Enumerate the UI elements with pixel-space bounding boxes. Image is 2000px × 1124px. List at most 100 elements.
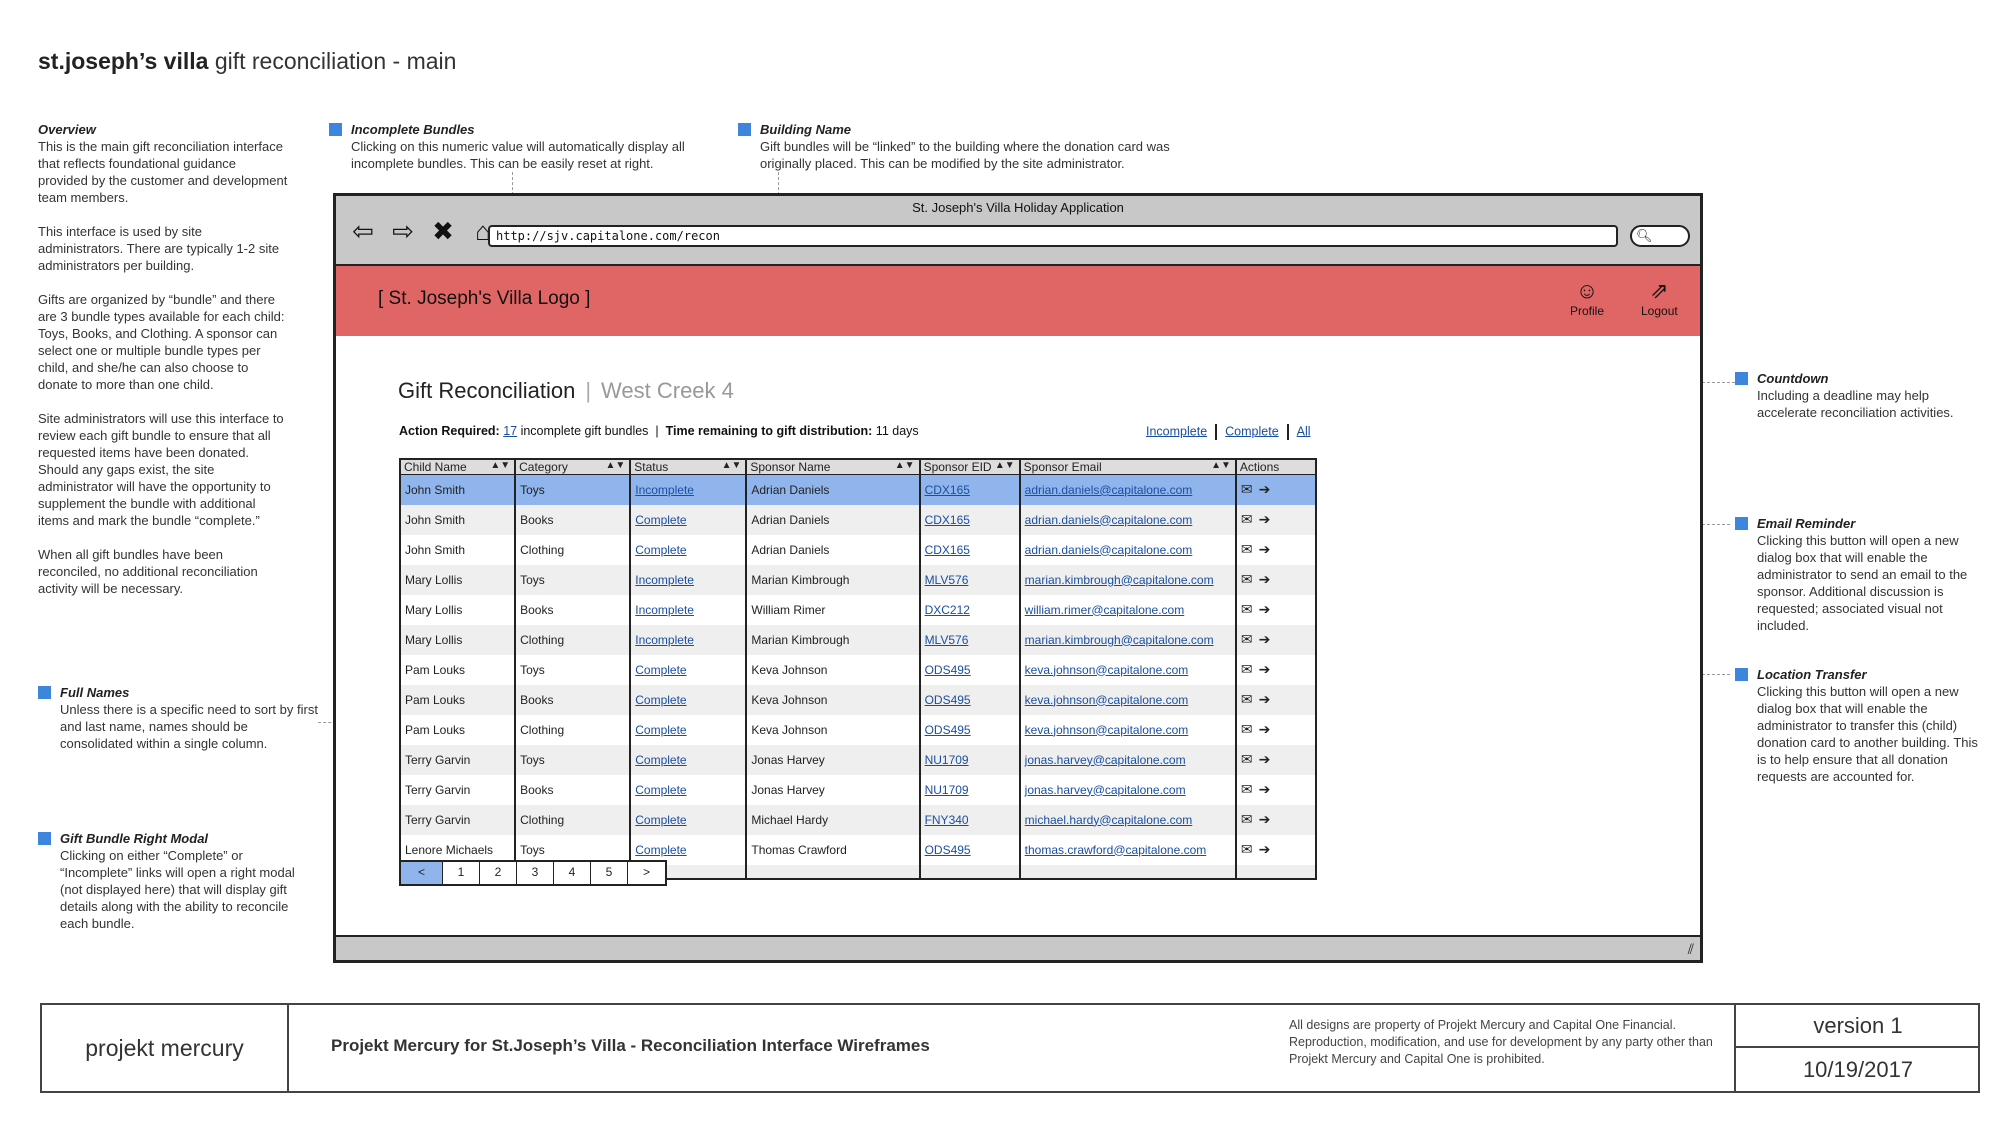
sponsor-eid-link[interactable]: ODS495 <box>925 693 971 707</box>
transfer-arrow-icon[interactable]: ➔ <box>1259 601 1271 617</box>
sponsor-email-link[interactable]: william.rimer@capitalone.com <box>1025 603 1185 617</box>
email-icon[interactable]: ✉ <box>1241 721 1253 737</box>
col-status[interactable]: Status ▲▼ <box>629 458 748 475</box>
browser-search[interactable]: 🔍︎ <box>1630 225 1690 247</box>
email-icon[interactable]: ✉ <box>1241 571 1253 587</box>
sponsor-eid-link[interactable]: ODS495 <box>925 843 971 857</box>
pager-next[interactable]: > <box>628 862 665 884</box>
transfer-arrow-icon[interactable]: ➔ <box>1259 781 1271 797</box>
sponsor-email-link[interactable]: keva.johnson@capitalone.com <box>1025 663 1189 677</box>
close-icon[interactable]: ✖ <box>428 216 458 246</box>
note-building-name: Building Name Gift bundles will be “link… <box>738 121 1218 172</box>
sponsor-name-cell: Jonas Harvey <box>751 782 825 797</box>
logout-button[interactable]: ⇗ Logout <box>1641 278 1678 318</box>
transfer-arrow-icon[interactable]: ➔ <box>1259 511 1271 527</box>
sponsor-email-link[interactable]: michael.hardy@capitalone.com <box>1025 813 1193 827</box>
status-link[interactable]: Complete <box>635 813 686 827</box>
col-sponsor-email[interactable]: Sponsor Email ▲▼ <box>1019 458 1237 475</box>
email-icon[interactable]: ✉ <box>1241 781 1253 797</box>
sponsor-eid-link[interactable]: NU1709 <box>925 783 969 797</box>
sponsor-email-link[interactable]: jonas.harvey@capitalone.com <box>1025 783 1186 797</box>
filter-all[interactable]: All <box>1297 424 1311 438</box>
email-icon[interactable]: ✉ <box>1241 811 1253 827</box>
col-sponsor-name[interactable]: Sponsor Name ▲▼ <box>745 458 921 475</box>
sponsor-eid-link[interactable]: DXC212 <box>925 603 970 617</box>
transfer-arrow-icon[interactable]: ➔ <box>1259 811 1271 827</box>
email-icon[interactable]: ✉ <box>1241 601 1253 617</box>
status-link[interactable]: Complete <box>635 843 686 857</box>
incomplete-count-link[interactable]: 17 <box>503 424 517 438</box>
sponsor-eid-link[interactable]: ODS495 <box>925 723 971 737</box>
sponsor-eid-link[interactable]: FNY340 <box>925 813 969 827</box>
transfer-arrow-icon[interactable]: ➔ <box>1259 631 1271 647</box>
transfer-arrow-icon[interactable]: ➔ <box>1259 661 1271 677</box>
filter-incomplete[interactable]: Incomplete <box>1146 424 1207 438</box>
sponsor-eid-link[interactable]: MLV576 <box>925 633 969 647</box>
sponsor-name-cell: Keva Johnson <box>751 692 828 707</box>
status-link[interactable]: Complete <box>635 753 686 767</box>
status-link[interactable]: Complete <box>635 543 686 557</box>
status-link[interactable]: Complete <box>635 783 686 797</box>
sponsor-email-link[interactable]: keva.johnson@capitalone.com <box>1025 723 1189 737</box>
sponsor-eid-link[interactable]: NU1709 <box>925 753 969 767</box>
sponsor-eid-link[interactable]: CDX165 <box>925 513 970 527</box>
pager-page[interactable]: 4 <box>554 862 591 884</box>
transfer-arrow-icon[interactable]: ➔ <box>1259 841 1271 857</box>
email-icon[interactable]: ✉ <box>1241 691 1253 707</box>
status-link[interactable]: Complete <box>635 693 686 707</box>
transfer-arrow-icon[interactable]: ➔ <box>1259 541 1271 557</box>
transfer-arrow-icon[interactable]: ➔ <box>1259 721 1271 737</box>
status-link[interactable]: Complete <box>635 723 686 737</box>
sponsor-name-cell: Keva Johnson <box>751 662 828 677</box>
status-link[interactable]: Incomplete <box>635 633 694 647</box>
transfer-arrow-icon[interactable]: ➔ <box>1259 571 1271 587</box>
sponsor-email-link[interactable]: marian.kimbrough@capitalone.com <box>1025 633 1214 647</box>
sponsor-email-link[interactable]: adrian.daniels@capitalone.com <box>1025 543 1193 557</box>
filter-complete[interactable]: Complete <box>1225 424 1279 438</box>
sponsor-name-cell: Marian Kimbrough <box>751 632 850 647</box>
transfer-arrow-icon[interactable]: ➔ <box>1259 691 1271 707</box>
sponsor-eid-link[interactable]: ODS495 <box>925 663 971 677</box>
transfer-arrow-icon[interactable]: ➔ <box>1259 751 1271 767</box>
sponsor-email-link[interactable]: thomas.crawford@capitalone.com <box>1025 843 1207 857</box>
sponsor-email-link[interactable]: marian.kimbrough@capitalone.com <box>1025 573 1214 587</box>
back-arrow-icon[interactable]: ⇦ <box>348 216 378 246</box>
child-name-cell: Lenore Michaels <box>405 842 494 857</box>
col-category[interactable]: Category ▲▼ <box>514 458 632 475</box>
email-icon[interactable]: ✉ <box>1241 631 1253 647</box>
status-link[interactable]: Incomplete <box>635 483 694 497</box>
url-bar[interactable]: http://sjv.capitalone.com/recon <box>488 225 1618 247</box>
sponsor-eid-link[interactable]: MLV576 <box>925 573 969 587</box>
pager-page[interactable]: 1 <box>443 862 480 884</box>
profile-button[interactable]: ☺ Profile <box>1570 278 1604 318</box>
status-link[interactable]: Incomplete <box>635 603 694 617</box>
sponsor-email-link[interactable]: keva.johnson@capitalone.com <box>1025 693 1189 707</box>
sponsor-email-link[interactable]: adrian.daniels@capitalone.com <box>1025 513 1193 527</box>
pager-prev[interactable]: < <box>401 862 443 884</box>
footer-version-block: version 1 10/19/2017 <box>1734 1005 1980 1091</box>
note-overview: Overview This is the main gift reconcili… <box>38 122 288 596</box>
sponsor-email-link[interactable]: adrian.daniels@capitalone.com <box>1025 483 1193 497</box>
status-link[interactable]: Complete <box>635 513 686 527</box>
transfer-arrow-icon[interactable]: ➔ <box>1259 481 1271 497</box>
sponsor-email-link[interactable]: jonas.harvey@capitalone.com <box>1025 753 1186 767</box>
col-child-name[interactable]: Child Name ▲▼ <box>399 458 517 475</box>
email-icon[interactable]: ✉ <box>1241 511 1253 527</box>
pager-page[interactable]: 3 <box>517 862 554 884</box>
pager-page[interactable]: 2 <box>480 862 517 884</box>
email-icon[interactable]: ✉ <box>1241 751 1253 767</box>
col-sponsor-eid[interactable]: Sponsor EID ▲▼ <box>919 458 1021 475</box>
category-cell: Clothing <box>520 542 565 557</box>
pager-page[interactable]: 5 <box>591 862 628 884</box>
email-icon[interactable]: ✉ <box>1241 541 1253 557</box>
forward-arrow-icon[interactable]: ⇨ <box>388 216 418 246</box>
table-row: Mary Lollis Clothing Incomplete Marian Kimb… <box>400 624 1318 655</box>
email-icon[interactable]: ✉ <box>1241 481 1253 497</box>
resize-grip-icon[interactable]: ⫽ <box>1688 941 1694 958</box>
status-link[interactable]: Incomplete <box>635 573 694 587</box>
email-icon[interactable]: ✉ <box>1241 661 1253 677</box>
email-icon[interactable]: ✉ <box>1241 841 1253 857</box>
status-link[interactable]: Complete <box>635 663 686 677</box>
sponsor-eid-link[interactable]: CDX165 <box>925 483 970 497</box>
sponsor-eid-link[interactable]: CDX165 <box>925 543 970 557</box>
